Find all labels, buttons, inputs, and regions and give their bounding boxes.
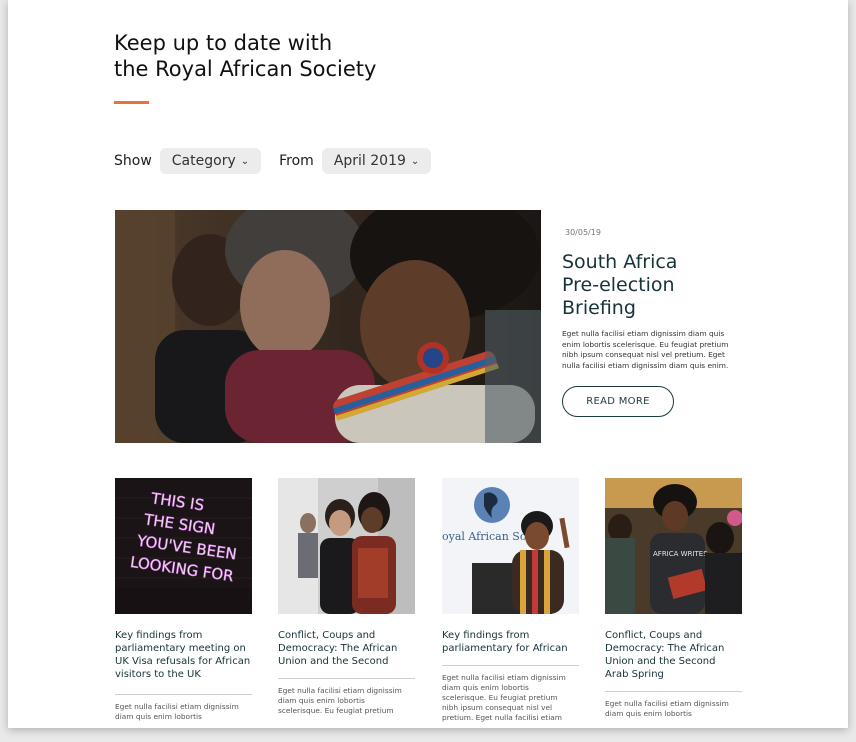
page-title-line-2: the Royal African Society (114, 57, 377, 81)
article-card-image[interactable] (278, 478, 415, 614)
card-title-line: Democracy: The African (605, 643, 725, 654)
featured-summary-line: Eget nulla facilisi etiam dignissim diam… (562, 329, 725, 338)
featured-title-line: South Africa (562, 251, 678, 273)
card-summary-line: scelerisque. Eu feugiat pretium (442, 693, 558, 702)
card-title-line: Conflict, Coups and (278, 630, 376, 641)
book-event-photo: AFRICA WRITES (605, 478, 742, 614)
featured-article-image[interactable] (115, 210, 541, 443)
card-summary-line: Eget nulla facilisi etiam dignissim (442, 673, 566, 682)
category-dropdown-value: Category (171, 153, 236, 169)
speaker-photo: oyal African So (442, 478, 579, 614)
article-card-title[interactable]: Conflict, Coups and Democracy: The Afric… (605, 629, 742, 681)
read-more-button[interactable]: READ MORE (562, 386, 674, 417)
card-divider (442, 665, 579, 666)
chevron-down-icon: ⌄ (240, 155, 250, 167)
article-card-summary: Eget nulla facilisi etiam dignissim diam… (442, 673, 579, 723)
banner-text: oyal African So (442, 530, 527, 543)
card-title-line: Conflict, Coups and (605, 630, 703, 641)
card-title-line: Democracy: The African (278, 643, 398, 654)
card-summary-line: diam quis enim lobortis (605, 709, 692, 718)
page-sheet: Keep up to date with the Royal African S… (8, 0, 848, 728)
article-card-title[interactable]: Conflict, Coups and Democracy: The Afric… (278, 629, 415, 668)
card-title-line: visitors to the UK (115, 669, 201, 680)
card-title-line: Union and the Second (605, 656, 716, 667)
article-card-title[interactable]: Key findings from parliamentary meeting … (115, 629, 252, 681)
card-divider (115, 694, 252, 695)
article-card[interactable]: AFRICA WRITES Conflict, Coups and Democr… (605, 478, 742, 719)
card-summary-line: nibh ipsum consequat nisl vel (442, 703, 553, 712)
show-label: Show (114, 153, 152, 169)
date-dropdown-value: April 2019 (333, 153, 406, 169)
card-summary-line: diam quis enim lobortis (442, 683, 529, 692)
featured-date: 30/05/19 (565, 228, 601, 237)
featured-summary: Eget nulla facilisi etiam dignissim diam… (562, 329, 747, 371)
card-summary-line: Eget nulla facilisi etiam dignissim (115, 702, 239, 711)
article-card[interactable]: THIS IS THE SIGN YOU'VE BEEN LOOKING FOR… (115, 478, 252, 722)
card-summary-line: diam quis enim lobortis (115, 712, 202, 721)
card-title-line: UK Visa refusals for African (115, 656, 251, 667)
featured-summary-line: nulla facilisi etiam dignissim diam quis… (562, 360, 729, 370)
book-text: AFRICA WRITES (653, 550, 708, 558)
card-title-line: Arab Spring (605, 669, 664, 680)
featured-title-line: Pre-election (562, 274, 675, 296)
date-dropdown[interactable]: April 2019 ⌄ (321, 148, 432, 174)
title-accent-bar (114, 101, 149, 104)
article-card-summary: Eget nulla facilisi etiam dignissim diam… (605, 699, 742, 719)
article-card[interactable]: Conflict, Coups and Democracy: The Afric… (278, 478, 415, 716)
category-dropdown[interactable]: Category ⌄ (159, 148, 262, 174)
article-card-image[interactable]: THIS IS THE SIGN YOU'VE BEEN LOOKING FOR (115, 478, 252, 614)
featured-title[interactable]: South Africa Pre-election Briefing (562, 251, 747, 320)
article-card-image[interactable]: AFRICA WRITES (605, 478, 742, 614)
from-label: From (279, 153, 314, 169)
featured-article: 30/05/19 South Africa Pre-election Brief… (562, 228, 747, 371)
card-summary-line: scelerisque. Eu feugiat pretium (278, 706, 394, 715)
article-card[interactable]: oyal African So Key findings from parlia… (442, 478, 579, 723)
article-card-title[interactable]: Key findings from parliamentary for Afri… (442, 629, 579, 655)
featured-title-line: Briefing (562, 297, 636, 319)
filter-bar: Show Category ⌄ From April 2019 ⌄ (114, 148, 449, 174)
card-summary-line: pretium. Eget nulla facilisi etiam (442, 713, 562, 722)
card-summary-line: Eget nulla facilisi etiam dignissim (605, 699, 729, 708)
featured-photo (115, 210, 541, 443)
chevron-down-icon: ⌄ (410, 155, 420, 167)
card-summary-line: Eget nulla facilisi etiam dignissim (278, 686, 402, 695)
page-title-line-1: Keep up to date with (114, 31, 333, 55)
card-divider (278, 678, 415, 679)
article-card-image[interactable]: oyal African So (442, 478, 579, 614)
featured-summary-line: nibh ipsum consequat nisl vel pretium. E… (562, 350, 725, 359)
card-divider (605, 691, 742, 692)
page-title: Keep up to date with the Royal African S… (114, 30, 376, 82)
card-title-line: Key findings from (442, 630, 530, 641)
card-title-line: parliamentary for African (442, 643, 568, 654)
two-women-photo (278, 478, 415, 614)
card-summary-line: diam quis enim lobortis (278, 696, 365, 705)
article-card-summary: Eget nulla facilisi etiam dignissim diam… (278, 686, 415, 716)
article-card-summary: Eget nulla facilisi etiam dignissim diam… (115, 702, 252, 722)
neon-sign-photo: THIS IS THE SIGN YOU'VE BEEN LOOKING FOR (115, 478, 252, 614)
card-title-line: Key findings from (115, 630, 203, 641)
card-title-line: parliamentary meeting on (115, 643, 246, 654)
card-title-line: Union and the Second (278, 656, 389, 667)
featured-summary-line: enim lobortis scelerisque. Eu feugiat pr… (562, 339, 729, 349)
